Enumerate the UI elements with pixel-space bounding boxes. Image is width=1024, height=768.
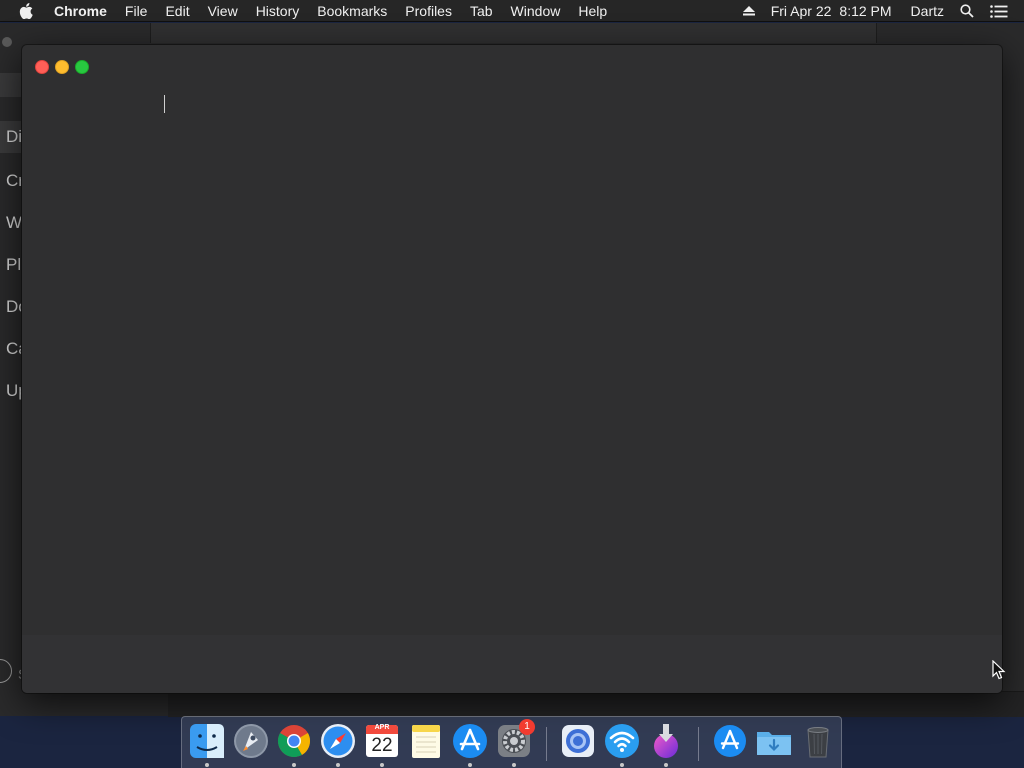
sidebar-item-5[interactable]: Ca — [6, 339, 22, 359]
background-status-bar — [168, 691, 1024, 717]
spotlight-search-icon[interactable] — [960, 4, 974, 18]
trash-icon[interactable] — [799, 722, 837, 762]
menu-bar: Chrome File Edit View History Bookmarks … — [0, 0, 1024, 22]
status-area: Fri Apr 22 8:12 PM Dartz — [742, 0, 1024, 22]
apple-menu-icon[interactable] — [19, 2, 37, 19]
system-preferences-running-indicator — [512, 763, 516, 767]
menu-tab[interactable]: Tab — [470, 3, 493, 19]
text-caret — [164, 95, 165, 113]
background-search-field[interactable] — [0, 73, 22, 97]
menubar-date[interactable]: Fri Apr 22 — [771, 3, 832, 19]
wifi-running-indicator — [620, 763, 624, 767]
calendar-icon[interactable]: APR 22 — [363, 722, 401, 762]
sidebar-item-4[interactable]: Do — [6, 297, 22, 317]
installer-icon[interactable] — [647, 722, 685, 762]
background-window-control[interactable] — [2, 37, 12, 47]
calendar-running-indicator — [380, 763, 384, 767]
menu-history[interactable]: History — [256, 3, 300, 19]
menu-app-name[interactable]: Chrome — [54, 3, 107, 19]
window-minimize-button[interactable] — [55, 60, 69, 74]
finder-icon[interactable] — [188, 722, 226, 762]
app-store-running-indicator — [468, 763, 472, 767]
menubar-time[interactable]: 8:12 PM — [839, 3, 891, 19]
installer-running-indicator — [664, 763, 668, 767]
window-zoom-button[interactable] — [75, 60, 89, 74]
background-settings-icon[interactable] — [0, 659, 12, 683]
wifi-icon[interactable] — [603, 722, 641, 762]
app-store-icon[interactable] — [451, 722, 489, 762]
sidebar-item-0[interactable]: Di — [0, 121, 22, 153]
eject-icon[interactable] — [742, 6, 755, 16]
chromium-icon[interactable] — [559, 722, 597, 762]
system-preferences-icon[interactable]: 1 — [495, 719, 535, 762]
dock-separator — [546, 727, 547, 761]
chrome-icon[interactable] — [275, 722, 313, 762]
window-close-button[interactable] — [35, 60, 49, 74]
menu-window[interactable]: Window — [511, 3, 561, 19]
calendar-day-label: 22 — [371, 735, 393, 756]
launchpad-icon[interactable] — [232, 722, 270, 762]
chrome-window — [22, 45, 1002, 693]
sidebar-item-2[interactable]: W — [6, 213, 22, 233]
mouse-pointer-icon — [992, 659, 1006, 680]
menu-help[interactable]: Help — [578, 3, 607, 19]
menu-edit[interactable]: Edit — [165, 3, 189, 19]
notification-center-icon[interactable] — [990, 4, 1008, 18]
menu-file[interactable]: File — [125, 3, 148, 19]
menu-bookmarks[interactable]: Bookmarks — [317, 3, 387, 19]
app-store-folder-icon[interactable] — [711, 722, 749, 762]
system-preferences-badge: 1 — [519, 719, 535, 735]
notes-icon[interactable] — [407, 722, 445, 762]
window-footer — [22, 635, 1002, 693]
sidebar-item-6[interactable]: Up — [6, 381, 22, 401]
menu-profiles[interactable]: Profiles — [405, 3, 452, 19]
sidebar-item-3[interactable]: Pl — [6, 255, 22, 275]
dock: APR 22 1 — [181, 716, 842, 768]
calendar-month-label: APR — [374, 724, 390, 731]
downloads-folder-icon[interactable] — [755, 722, 793, 762]
menu-view[interactable]: View — [208, 3, 238, 19]
safari-icon[interactable] — [319, 722, 357, 762]
sidebar-item-1[interactable]: Cr — [6, 171, 22, 191]
finder-running-indicator — [205, 763, 209, 767]
safari-running-indicator — [336, 763, 340, 767]
dock-separator-2 — [698, 727, 699, 761]
chrome-running-indicator — [292, 763, 296, 767]
menubar-user[interactable]: Dartz — [911, 3, 944, 19]
background-toolbar — [150, 23, 877, 43]
